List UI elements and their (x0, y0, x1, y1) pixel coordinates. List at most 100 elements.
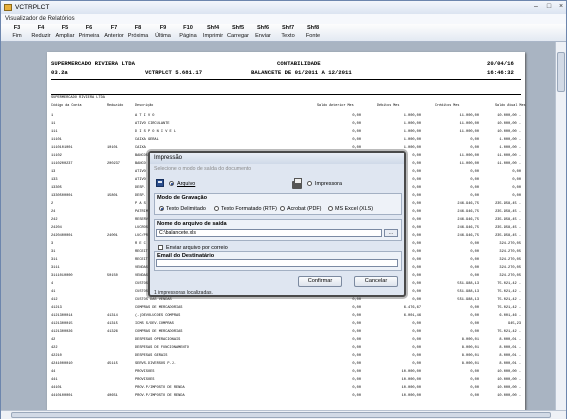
table-cell: 6.001,46 - (499, 314, 521, 318)
mode-delimited-radio[interactable] (159, 206, 164, 211)
table-cell: 75.021,42 - (497, 306, 521, 310)
mode-pdf-radio[interactable] (280, 206, 285, 211)
table-cell: CUSTOS DAS VENDAS (135, 298, 172, 302)
table-row: 4121300015 41315 ICMS S/DEV.COMPRAS 0,00 0,0… (47, 320, 525, 328)
toolbar-button-primeira[interactable]: F6 Primeira (77, 25, 101, 40)
toolbar-button-enviar[interactable]: Shf6 Enviar (251, 25, 275, 40)
table-cell: 11102 (51, 154, 62, 158)
table-cell: 0,00 (470, 258, 479, 262)
table-cell: 0,00 (470, 394, 479, 398)
filename-input[interactable]: C:\balancete.xls (156, 229, 382, 237)
table-cell: (-)DEVOLUCOES COMPRAS (135, 314, 181, 318)
toolbar-button-próxima[interactable]: F8 Próxima (126, 25, 150, 40)
table-cell: 324.270,05 (499, 266, 521, 270)
table-cell: 24001 (107, 234, 118, 238)
toolbar-key: Shf5 (231, 25, 245, 31)
toolbar-button-carregar[interactable]: Shf5 Carregar (226, 25, 250, 40)
table-cell: 24204 (51, 226, 62, 230)
table-cell: 4241000010 (51, 362, 73, 366)
table-cell: 0,00 (470, 306, 479, 310)
table-cell: COMPRAS DE MERCADORIAS (135, 330, 183, 334)
minimize-icon[interactable]: – (531, 2, 541, 12)
email-checkbox[interactable] (158, 245, 163, 250)
table-cell: 945,23 (508, 322, 521, 326)
horizontal-scrollbar[interactable] (1, 410, 566, 419)
table-cell: 0,00 (470, 138, 479, 142)
confirm-button[interactable]: Confirmar (298, 276, 342, 287)
toolbar-label: Fonte (305, 32, 321, 39)
table-cell: 246.946,75 (457, 202, 479, 206)
table-row: 4121300014 41314 (-)DEVOLUCOES COMPRAS 0,00… (47, 312, 525, 320)
table-cell: 75.021,42 - (497, 330, 521, 334)
table-cell: 0,00 (470, 250, 479, 254)
toolbar-key: F8 (134, 25, 142, 31)
toolbar-button-fonte[interactable]: Shf8 Fonte (301, 25, 325, 40)
table-cell: 0,00 (470, 194, 479, 198)
report-company-sub: SUPERMERCADO RIVIERA LTDA (51, 96, 105, 100)
report-viewer-window: VCTRPLCT – □ × Visualizador de Relatório… (0, 0, 567, 419)
table-cell: 10101 (107, 146, 118, 150)
maximize-icon[interactable]: □ (544, 2, 554, 12)
report-title: BALANCETE DE 01/2011 A 12/2011 (251, 69, 352, 76)
table-cell: 4410100001 (51, 394, 73, 398)
cancel-button[interactable]: Cancelar (354, 276, 398, 287)
table-cell: DESPESAS DE FUNCIONAMENTO (135, 346, 189, 350)
table-cell: 0,00 (412, 354, 421, 358)
table-cell: DESPESAS GERAIS (135, 354, 168, 358)
table-cell: 75.021,42 - (497, 298, 521, 302)
table-cell: 235.958,45 - (495, 202, 521, 206)
table-cell: 0,00 (470, 314, 479, 318)
table-cell: 235.958,45 - (495, 210, 521, 214)
browse-button[interactable]: ... (384, 229, 398, 237)
close-icon[interactable]: × (556, 2, 566, 12)
table-cell: 2420400001 (51, 234, 73, 238)
table-cell: 42 (51, 338, 56, 342)
mode-xls-radio[interactable] (328, 206, 333, 211)
toolbar-button-última[interactable]: F9 Última (151, 25, 175, 40)
table-row: 11 ATIVO CIRCULANTE 0,00 1.000,00 11.000,00 1… (47, 120, 525, 128)
table-cell: CAIXA GERAL (135, 138, 159, 142)
toolbar-button-fim[interactable]: F3 Fim (5, 25, 29, 40)
output-printer-radio[interactable] (307, 181, 312, 186)
toolbar-button-ampliar[interactable]: F5 Ampliar (53, 25, 77, 40)
toolbar-button-imprimir[interactable]: Shf4 Imprimir (201, 25, 225, 40)
mode-rtf-radio[interactable] (214, 206, 219, 211)
table-cell: 11.000,00 - (497, 162, 521, 166)
table-cell: 133 (51, 178, 58, 182)
table-cell: 235.958,45 - (495, 226, 521, 230)
table-cell: 0,00 (352, 114, 361, 118)
table-cell: 324.270,05 (499, 242, 521, 246)
table-cell: 45115 (107, 362, 118, 366)
toolbar-key: Shf8 (306, 25, 320, 31)
table-cell: 13305 (51, 186, 62, 190)
table-cell: 1330500001 (51, 194, 73, 198)
toolbar-button-página[interactable]: F10 Página (176, 25, 200, 40)
scroll-thumb[interactable] (557, 52, 565, 92)
toolbar-label: Fim (12, 32, 22, 39)
table-cell: 1.000,00 (403, 130, 421, 134)
table-row: 44101 PROV.P/IMPOSTO DE RENDA 0,00 10.000,0… (47, 384, 525, 392)
mode-header: Modo de Gravação (157, 195, 208, 201)
toolbar-button-texto[interactable]: Shf7 Texto (276, 25, 300, 40)
app-icon (4, 4, 12, 11)
dialog-hint: Selecione o modo de saída do documento (154, 166, 252, 172)
column-header: Saldo Anterior Mes (317, 104, 354, 108)
table-cell: 13 (51, 170, 56, 174)
table-cell: 0,00 (352, 122, 361, 126)
table-cell: 8.000,01 - (499, 338, 521, 342)
table-cell: 24 (51, 210, 56, 214)
toolbar-key: Shf7 (281, 25, 295, 31)
scroll-thumb[interactable] (11, 412, 551, 418)
toolbar-button-anterior[interactable]: F7 Anterior (102, 25, 126, 40)
toolbar-key: F4 (37, 25, 45, 31)
toolbar-button-reduzir[interactable]: F4 Reduzir (29, 25, 53, 40)
table-cell: 10.000,00 (401, 386, 421, 390)
table-cell: 50150 (107, 274, 118, 278)
toolbar-key: F5 (61, 25, 69, 31)
output-file-radio[interactable] (169, 181, 174, 186)
toolbar-label: Anterior (104, 32, 124, 39)
table-cell: PROVISOES (135, 370, 155, 374)
vertical-scrollbar[interactable] (555, 42, 566, 410)
email-input[interactable] (156, 259, 398, 267)
toolbar-key: Shf6 (256, 25, 270, 31)
